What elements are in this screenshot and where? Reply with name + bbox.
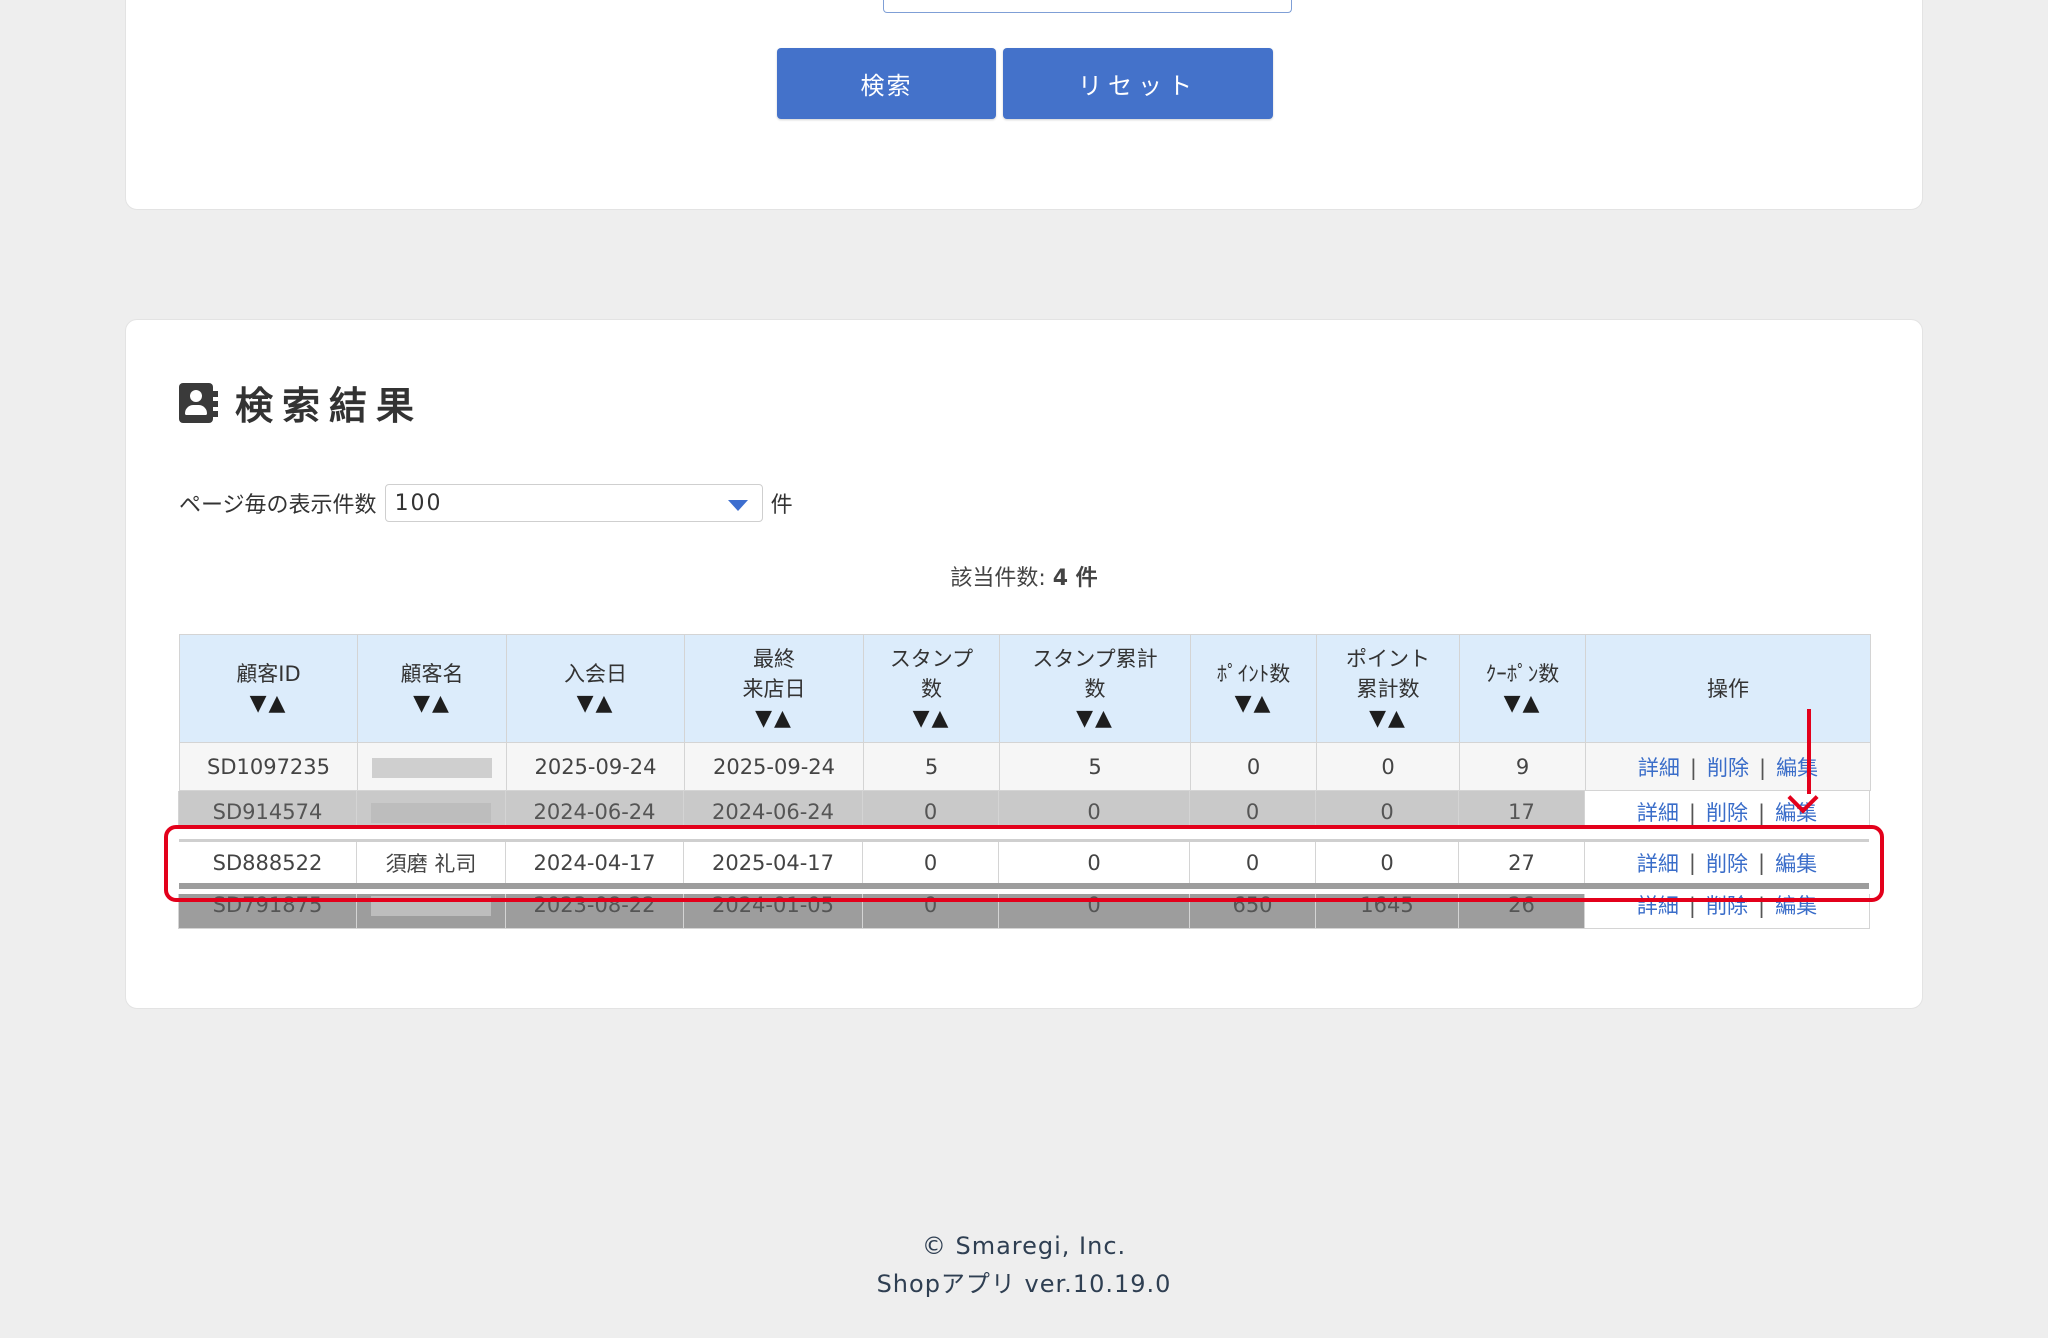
column-label: スタンプ累計 数	[1032, 646, 1158, 701]
delete-link[interactable]: 削除	[1706, 848, 1748, 878]
arrow-down-icon	[1807, 709, 1811, 794]
column-header[interactable]: ｸｰﾎﾟﾝ数 ▼▲	[1459, 634, 1586, 743]
delete-link[interactable]: 削除	[1707, 756, 1749, 780]
search-field[interactable]	[883, 0, 1292, 13]
results-table: 顧客ID ▼▲ 顧客名 ▼▲ 入会日 ▼▲ 最終 来店日 ▼▲ スタンプ 数 ▼▲ スタンプ累計 数…	[179, 634, 1871, 791]
cell-joined: 2025-09-24	[506, 742, 685, 791]
app-version: Shopアプリ ver.10.19.0	[876, 1270, 1172, 1298]
column-header[interactable]: 顧客ID ▼▲	[179, 634, 358, 743]
column-label: ﾎﾟｲﾝﾄ数	[1216, 661, 1291, 686]
sort-arrows-icon[interactable]: ▼▲	[864, 704, 999, 734]
cell-customer-id: SD1097235	[179, 742, 358, 791]
copyright: © Smaregi, Inc.	[921, 1232, 1127, 1260]
column-label: 最終 来店日	[742, 646, 806, 701]
sort-arrows-icon[interactable]: ▼▲	[1317, 704, 1459, 734]
highlighted-table-row: SD888522 須磨 礼司 2024-04-17 2025-04-17 0 0…	[179, 839, 1869, 889]
chevron-down-icon	[727, 500, 748, 511]
column-label: 顧客名	[400, 661, 464, 686]
search-button[interactable]: 検索	[777, 48, 996, 119]
results-heading: 検索結果	[179, 375, 423, 430]
perpage-control: ページ毎の表示件数 100 件	[179, 484, 793, 522]
cell-points: 0	[1190, 842, 1316, 883]
results-card: 検索結果 ページ毎の表示件数 100 件 該当件数: 4 件 顧客ID ▼▲ 顧客名…	[125, 319, 1923, 1009]
action-separator: |	[1688, 850, 1696, 875]
result-count-value: 4 件	[1052, 566, 1098, 591]
sort-arrows-icon[interactable]: ▼▲	[358, 689, 506, 719]
cell-stamps-total: 5	[999, 742, 1191, 791]
column-label: 入会日	[564, 661, 627, 686]
result-count-label: 該当件数:	[950, 566, 1053, 591]
detail-link[interactable]: 詳細	[1637, 848, 1679, 878]
column-header[interactable]: ﾎﾟｲﾝﾄ数 ▼▲	[1190, 634, 1317, 743]
table-row: SD1097235 2025-09-24 2025-09-24 5 5 0 0 …	[179, 742, 1871, 791]
column-header[interactable]: 入会日 ▼▲	[506, 634, 685, 743]
footer: © Smaregi, Inc. Shopアプリ ver.10.19.0	[0, 1227, 2048, 1303]
perpage-label: ページ毎の表示件数	[179, 493, 377, 518]
cell-points: 0	[1190, 742, 1317, 791]
edit-link[interactable]: 編集	[1776, 756, 1818, 780]
reset-button[interactable]: リセット	[1003, 48, 1273, 119]
sort-arrows-icon[interactable]: ▼▲	[1000, 704, 1190, 734]
result-count: 該当件数: 4 件	[126, 560, 1922, 592]
cell-stamps: 5	[863, 742, 1000, 791]
cell-coupons: 27	[1459, 842, 1585, 883]
cell-points-total: 0	[1316, 842, 1459, 883]
edit-link[interactable]: 編集	[1775, 848, 1817, 878]
cell-joined: 2024-04-17	[506, 842, 684, 883]
action-separator: |	[1758, 850, 1766, 875]
column-label: ポイント 累計数	[1346, 646, 1430, 701]
action-separator: |	[1689, 755, 1697, 780]
cell-stamps: 0	[863, 842, 999, 883]
column-header[interactable]: スタンプ累計 数 ▼▲	[999, 634, 1191, 743]
column-label: ｸｰﾎﾟﾝ数	[1485, 661, 1560, 686]
column-label: スタンプ 数	[889, 646, 974, 701]
cell-stamps-total: 0	[999, 842, 1190, 883]
address-book-icon	[179, 382, 218, 423]
column-label: 顧客ID	[236, 661, 301, 686]
perpage-value: 100	[394, 490, 443, 516]
search-card: 検索 リセット	[125, 0, 1923, 210]
column-label: 操作	[1707, 676, 1749, 701]
cell-actions: 詳細 | 削除 | 編集	[1585, 742, 1871, 791]
perpage-select[interactable]: 100	[384, 484, 763, 522]
redacted-name	[372, 757, 492, 778]
cell-last-visit: 2025-04-17	[684, 842, 863, 883]
action-separator: |	[1759, 755, 1767, 780]
cell-coupons: 9	[1459, 742, 1586, 791]
perpage-unit: 件	[770, 493, 793, 518]
column-header: 操作	[1585, 634, 1871, 743]
sort-arrows-icon[interactable]: ▼▲	[1191, 689, 1316, 719]
sort-arrows-icon[interactable]: ▼▲	[685, 704, 863, 734]
column-header[interactable]: 顧客名 ▼▲	[357, 634, 507, 743]
table-header-row: 顧客ID ▼▲ 顧客名 ▼▲ 入会日 ▼▲ 最終 来店日 ▼▲ スタンプ 数 ▼▲ スタンプ累計 数…	[179, 634, 1871, 743]
sort-arrows-icon[interactable]: ▼▲	[1460, 689, 1585, 719]
cell-actions: 詳細 | 削除 | 編集	[1585, 842, 1869, 883]
cell-points-total: 0	[1316, 742, 1460, 791]
detail-link[interactable]: 詳細	[1638, 756, 1680, 780]
cell-customer-id: SD888522	[179, 842, 357, 883]
cell-customer-name: 須磨 礼司	[357, 842, 506, 883]
column-header[interactable]: 最終 来店日 ▼▲	[684, 634, 864, 743]
results-title: 検索結果	[235, 384, 424, 428]
cell-customer-name	[357, 742, 507, 791]
column-header[interactable]: ポイント 累計数 ▼▲	[1316, 634, 1460, 743]
cell-last-visit: 2025-09-24	[684, 742, 864, 791]
sort-arrows-icon[interactable]: ▼▲	[180, 689, 357, 719]
sort-arrows-icon[interactable]: ▼▲	[507, 689, 684, 719]
column-header[interactable]: スタンプ 数 ▼▲	[863, 634, 1000, 743]
